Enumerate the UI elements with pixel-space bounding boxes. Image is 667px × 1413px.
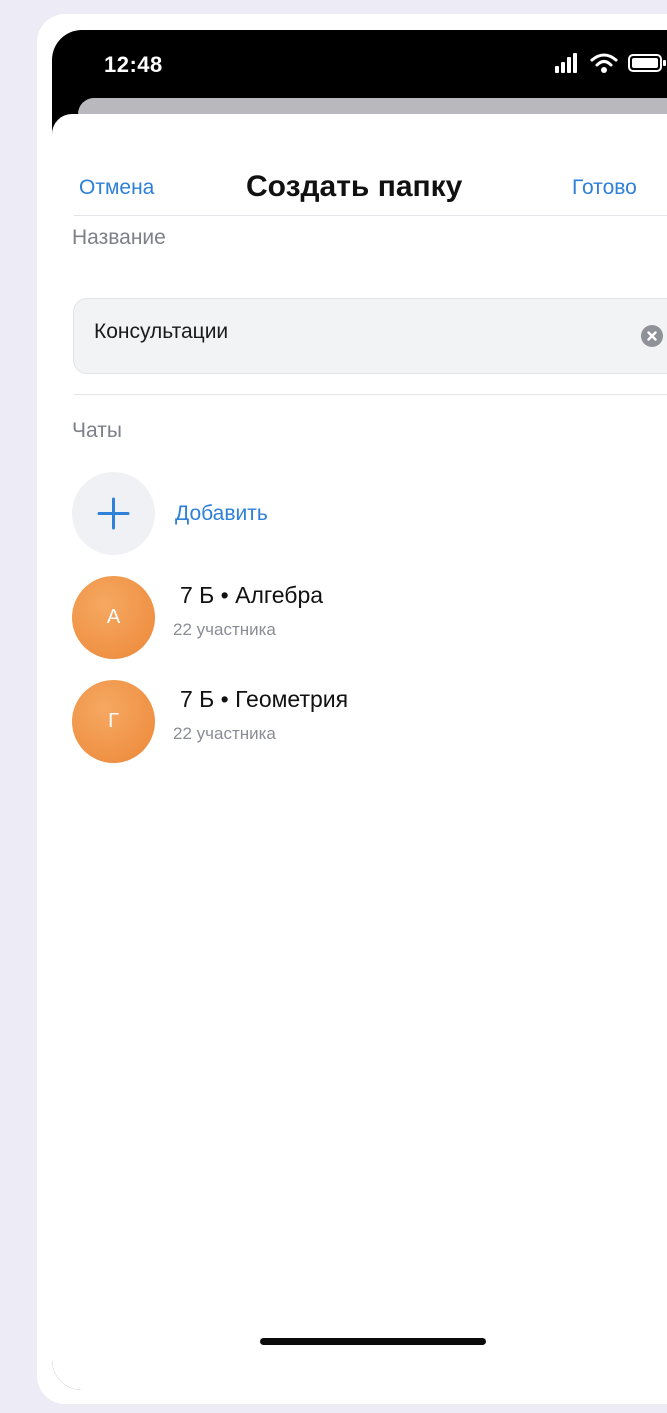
chat-participants: 22 участника xyxy=(173,620,276,639)
battery-icon xyxy=(628,53,667,73)
plus-icon[interactable] xyxy=(72,472,155,555)
page-title: Создать папку xyxy=(246,170,463,203)
clear-icon[interactable] xyxy=(641,325,663,347)
add-chat-button[interactable]: Добавить xyxy=(72,472,667,556)
wifi-icon xyxy=(590,52,618,74)
chat-participants: 22 участника xyxy=(173,724,276,743)
done-button[interactable]: Готово xyxy=(572,176,637,200)
chats-section-label: Чаты xyxy=(72,419,122,442)
home-indicator[interactable] xyxy=(260,1338,486,1345)
signal-icon xyxy=(554,52,580,74)
folder-name-field[interactable] xyxy=(73,298,667,374)
add-chat-label[interactable]: Добавить xyxy=(175,502,268,526)
status-bar: 12:48 xyxy=(52,30,667,100)
phone-screen: 12:48 Отмена Создать папку Готово Назван… xyxy=(52,30,667,1390)
name-divider xyxy=(74,394,667,395)
chat-title: 7 Б • Геометрия xyxy=(180,686,349,712)
status-time: 12:48 xyxy=(104,52,163,77)
name-section-label: Название xyxy=(72,226,166,249)
folder-name-input[interactable] xyxy=(94,320,574,344)
create-folder-sheet: Отмена Создать папку Готово Название Чат… xyxy=(52,114,667,1390)
chat-list-item[interactable]: А 7 Б • Алгебра 22 участника xyxy=(72,576,667,666)
chat-list-item[interactable]: Г 7 Б • Геометрия 22 участника xyxy=(72,680,667,770)
header-divider xyxy=(74,215,667,216)
avatar: Г xyxy=(72,680,155,763)
cancel-button[interactable]: Отмена xyxy=(79,176,154,200)
chat-title: 7 Б • Алгебра xyxy=(180,582,324,608)
status-icons xyxy=(548,52,667,76)
avatar: А xyxy=(72,576,155,659)
